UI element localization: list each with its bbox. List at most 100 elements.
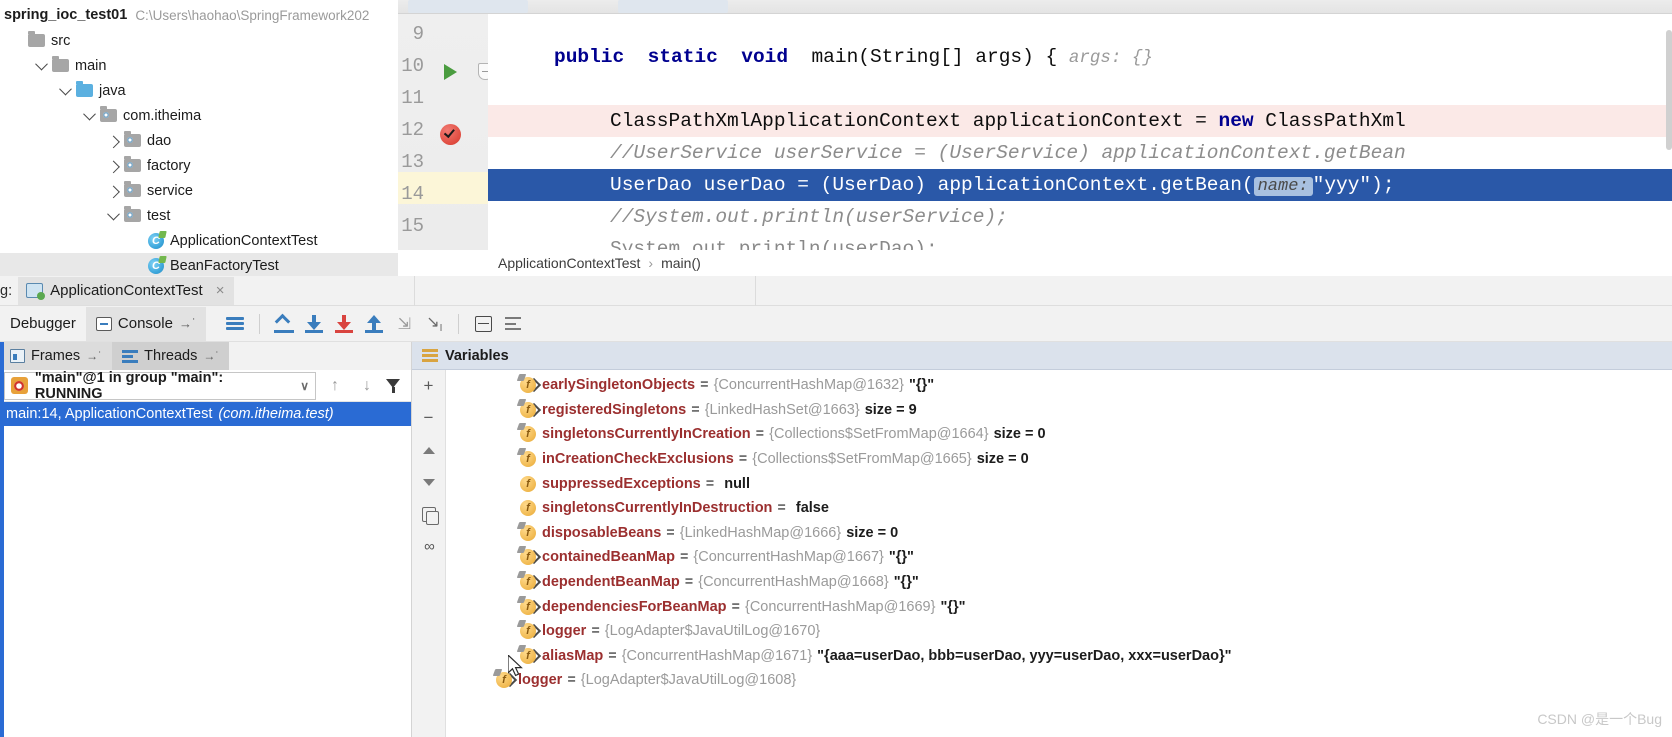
stack-frame-row[interactable]: main:14, ApplicationContextTest (com.ith… <box>0 342 411 737</box>
chevron-down-icon[interactable] <box>30 57 52 71</box>
drop-frame-button[interactable]: ⇲ <box>389 311 419 337</box>
tree-item-java[interactable]: java <box>0 78 398 103</box>
step-out-button[interactable] <box>359 311 389 337</box>
close-icon[interactable]: × <box>216 282 225 299</box>
chevron-down-icon[interactable] <box>78 107 100 121</box>
variable-row[interactable]: f dependentBeanMap = {ConcurrentHashMap@166… <box>446 570 1672 595</box>
debug-session-tab[interactable]: ApplicationContextTest × <box>18 276 235 305</box>
tree-item-label: factory <box>147 157 191 174</box>
editor-scrollbar-thumb[interactable] <box>1666 30 1672 150</box>
run-gutter-icon[interactable] <box>444 64 457 80</box>
tree-item-main[interactable]: main <box>0 53 398 78</box>
variable-row[interactable]: f suppressedExceptions = null <box>446 471 1672 496</box>
step-over-button[interactable] <box>269 311 299 337</box>
filter-icon[interactable] <box>386 378 401 393</box>
show-execution-point-button[interactable] <box>220 311 250 337</box>
variable-row[interactable]: f inCreationCheckExclusions = {Collections$… <box>446 447 1672 472</box>
variable-row[interactable]: f registeredSingletons = {LinkedHashSet@166… <box>446 398 1672 423</box>
copy-value-button[interactable] <box>417 503 441 525</box>
project-tool-window[interactable]: spring_ioc_test01 C:\Users\haohao\Spring… <box>0 0 398 276</box>
tree-item-applicationcontexttest[interactable]: C ApplicationContextTest <box>0 228 398 253</box>
variables-side-toolbar[interactable]: + − ∞ <box>412 370 446 737</box>
variable-row[interactable]: f singletonsCurrentlyInCreation = {Collecti… <box>446 422 1672 447</box>
variable-row[interactable]: f earlySingletonObjects = {ConcurrentHashMa… <box>446 373 1672 398</box>
tab-frames[interactable]: Frames →˙ <box>0 342 113 370</box>
frames-panel[interactable]: Frames →˙ Threads →˙ "main"@1 in group "… <box>0 342 412 737</box>
variables-list[interactable]: f earlySingletonObjects = {ConcurrentHashMa… <box>446 370 1672 737</box>
chevron-right-icon[interactable] <box>102 160 124 174</box>
settings-button[interactable] <box>498 311 528 337</box>
debugger-toolbar[interactable]: Debugger Console →˙ ⇲ ↘I <box>0 306 1672 342</box>
run-to-cursor-button[interactable]: ↘I <box>419 311 449 337</box>
variable-row[interactable]: f singletonsCurrentlyInDestruction = false <box>446 496 1672 521</box>
tree-item-test[interactable]: test <box>0 203 398 228</box>
frame-up-button[interactable]: ↑ <box>322 377 348 395</box>
code-editor[interactable]: 9 10 11 12 13 14 15 public static void m… <box>398 0 1672 250</box>
tree-item-beanfactorytest[interactable]: C BeanFactoryTest <box>0 253 398 276</box>
folder-icon <box>52 56 69 72</box>
tree-item-factory[interactable]: factory <box>0 153 398 178</box>
tab-debugger[interactable]: Debugger <box>0 307 86 341</box>
frame-down-button[interactable]: ↓ <box>354 377 380 395</box>
code-line-10[interactable]: public static void main(String[] args) {… <box>554 41 1153 73</box>
variables-header: Variables <box>412 342 1672 370</box>
breakpoint-icon[interactable] <box>440 124 461 145</box>
step-into-button[interactable] <box>299 311 329 337</box>
variable-equals: = <box>666 524 675 541</box>
tree-item-com-itheima[interactable]: com.itheima <box>0 103 398 128</box>
editor-gutter[interactable]: 9 10 11 12 13 14 15 <box>398 14 493 250</box>
variable-row[interactable]: f dependenciesForBeanMap = {ConcurrentHashM… <box>446 594 1672 619</box>
java-class-icon: C <box>148 232 164 249</box>
code-line-15[interactable]: //System.out.println(userService); <box>610 201 1008 233</box>
variable-row[interactable]: f disposableBeans = {LinkedHashMap@1666} siz… <box>446 521 1672 546</box>
chevron-down-icon[interactable]: ∨ <box>300 379 309 393</box>
move-down-button[interactable] <box>417 471 441 493</box>
thread-running-icon <box>11 377 28 394</box>
tab-threads-suffix: →˙ <box>203 349 220 363</box>
chevron-down-icon[interactable] <box>54 82 76 96</box>
code-line-14[interactable]: UserDao userDao = (UserDao) applicationC… <box>610 169 1395 201</box>
variable-equals: = <box>591 623 600 640</box>
tree-item-dao[interactable]: dao <box>0 128 398 153</box>
breadcrumb-class[interactable]: ApplicationContextTest <box>498 255 640 271</box>
code-line-12[interactable]: ClassPathXmlApplicationContext applicati… <box>610 105 1406 137</box>
breadcrumb[interactable]: ApplicationContextTest › main() <box>398 250 1672 276</box>
tree-item-service[interactable]: service <box>0 178 398 203</box>
chevron-right-icon[interactable] <box>102 185 124 199</box>
keyword-static: static <box>647 46 718 68</box>
editor-tab-ghost-2[interactable] <box>618 0 728 13</box>
variable-row[interactable]: f logger = {LogAdapter$JavaUtilLog@1608} <box>446 668 1672 693</box>
tree-item-src[interactable]: src <box>0 28 398 53</box>
field-icon: f <box>520 426 536 443</box>
variable-row[interactable]: f aliasMap = {ConcurrentHashMap@1671} "{aaa=… <box>446 644 1672 669</box>
debug-session-tabbar: g: ApplicationContextTest × <box>0 275 1672 306</box>
code-line-16[interactable]: System.out.println(userDao); <box>610 233 938 250</box>
chevron-right-icon[interactable] <box>102 135 124 149</box>
code-line-13[interactable]: //UserService userService = (UserService… <box>610 137 1406 169</box>
move-up-button[interactable] <box>417 439 441 461</box>
variables-panel[interactable]: Variables + − ∞ f earlySingletonObjects ={… <box>412 342 1672 737</box>
thread-selector[interactable]: "main"@1 in group "main": RUNNING ∨ <box>4 370 316 402</box>
project-root-row[interactable]: spring_ioc_test01 C:\Users\haohao\Spring… <box>0 0 398 28</box>
variable-value: "{aaa=userDao, bbb=userDao, yyy=userDao,… <box>817 647 1232 664</box>
thread-selector-row[interactable]: "main"@1 in group "main": RUNNING ∨ ↑ ↓ <box>0 370 411 402</box>
variable-row[interactable]: f logger = {LogAdapter$JavaUtilLog@1670} <box>446 619 1672 644</box>
tab-console[interactable]: Console →˙ <box>85 306 207 341</box>
inline-watches-button[interactable]: ∞ <box>417 535 441 557</box>
tab-threads[interactable]: Threads →˙ <box>112 342 230 370</box>
frames-icon <box>10 349 25 363</box>
evaluate-expression-button[interactable] <box>468 311 498 337</box>
line-number-12: 12 <box>401 119 424 141</box>
editor-tab-ghost-1[interactable] <box>408 0 528 13</box>
force-step-into-button[interactable] <box>329 311 359 337</box>
variable-value: "{}" <box>909 377 935 394</box>
tree-item-label: BeanFactoryTest <box>170 257 279 274</box>
editor-text-area[interactable]: public static void main(String[] args) {… <box>488 14 1672 250</box>
variable-type: {LinkedHashMap@1666} <box>679 524 842 541</box>
variable-row[interactable]: f containedBeanMap = {ConcurrentHashMap@166… <box>446 545 1672 570</box>
remove-watch-button[interactable]: − <box>417 407 441 429</box>
frames-tabbar[interactable]: Frames →˙ Threads →˙ <box>0 342 411 370</box>
add-watch-button[interactable]: + <box>417 375 441 397</box>
chevron-down-icon[interactable] <box>102 207 124 221</box>
breadcrumb-method[interactable]: main() <box>661 255 701 271</box>
